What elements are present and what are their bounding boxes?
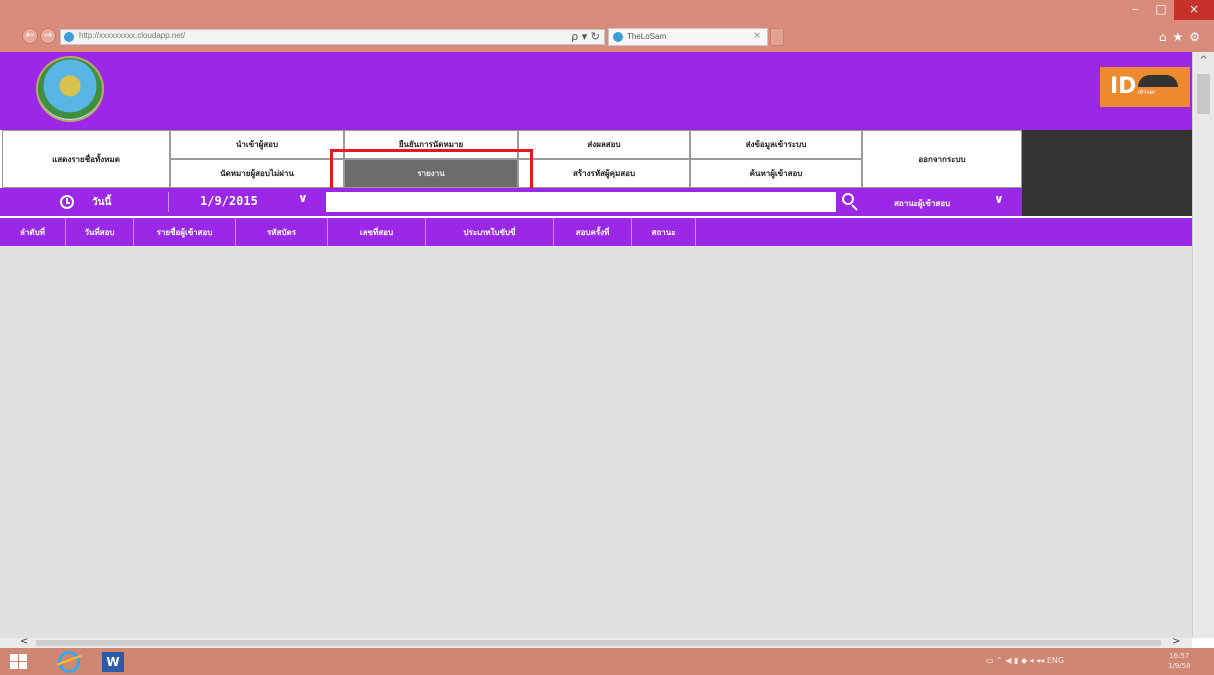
examinee-status-select[interactable]: สถานะผู้เข้าสอบ ∨ [866, 192, 1022, 212]
filter-bar: วันนี้ 1/9/2015 ∨ สถานะผู้เข้าสอบ ∨ [0, 188, 1192, 216]
road-logo-icon [1138, 75, 1178, 87]
tab-close-icon[interactable]: × [753, 31, 761, 41]
menu-filler [1022, 130, 1192, 188]
scroll-up-icon[interactable]: ^ [1193, 52, 1214, 70]
minimize-button[interactable]: – [1122, 0, 1148, 20]
menu-reschedule-failed[interactable]: นัดหมายผู้สอบไม่ผ่าน [170, 159, 344, 188]
system-tray[interactable]: ▭ ⌃ ◀ ▮ ◆ ◂ ◂◂ ENG [986, 656, 1064, 665]
column-header-status[interactable]: สถานะ [632, 218, 696, 246]
browser-toolbar-icons[interactable]: ⌂★⚙ [1159, 30, 1206, 44]
internet-explorer-icon[interactable] [58, 651, 80, 673]
brand-logo-text: ID [1110, 74, 1137, 99]
content-area [0, 246, 1192, 638]
browser-chrome: ← → http://xxxxxxxxx.cloudapp.net/ ρ ▾ ↻… [0, 0, 1214, 52]
vertical-scrollbar[interactable]: ^ [1192, 52, 1214, 638]
taskbar-clock[interactable]: 16:57 1/9/58 [1168, 651, 1191, 671]
back-button[interactable]: ← [22, 28, 38, 44]
site-favicon-icon [64, 32, 74, 42]
chevron-down-icon[interactable]: ∨ [298, 191, 308, 205]
menu-send-data[interactable]: ส่งข้อมูลเข้าระบบ [690, 130, 862, 159]
menu-search-examinee[interactable]: ค้นหาผู้เข้าสอบ [690, 159, 862, 188]
search-icon[interactable] [840, 192, 860, 212]
address-tools-icons[interactable]: ρ ▾ ↻ [571, 30, 600, 43]
department-seal-logo [36, 56, 104, 122]
tab-title: TheLoSam [627, 32, 667, 41]
main-menu: แสดงรายชื่อทั้งหมด นำเข้าผู้สอบ ยืนยันกา… [0, 130, 1192, 188]
menu-create-proctor-code[interactable]: สร้างรหัสผู้คุมสอบ [518, 159, 690, 188]
menu-logout[interactable]: ออกจากระบบ [862, 130, 1022, 188]
new-tab-button[interactable] [770, 28, 784, 46]
address-bar[interactable]: http://xxxxxxxxx.cloudapp.net/ ρ ▾ ↻ [60, 29, 605, 45]
word-icon[interactable]: W [102, 652, 124, 672]
column-header-exam-number[interactable]: เลขที่สอบ [328, 218, 426, 246]
horizontal-scrollbar[interactable]: < > [0, 636, 1192, 648]
clock-date: 1/9/58 [1168, 662, 1191, 670]
maximize-button[interactable]: □ [1148, 0, 1174, 20]
table-header: ลำดับที่ วันที่สอบ รายชื่อผู้เข้าสอบ รหั… [0, 218, 1192, 246]
column-header-exam-date[interactable]: วันที่สอบ [66, 218, 134, 246]
browser-tab[interactable]: TheLoSam × [608, 28, 768, 46]
search-input[interactable] [326, 192, 836, 212]
column-header-examinee-name[interactable]: รายชื่อผู้เข้าสอบ [134, 218, 236, 246]
idriver-logo: ID driver [1100, 67, 1190, 107]
menu-send-results[interactable]: ส่งผลสอบ [518, 130, 690, 159]
forward-button[interactable]: → [40, 28, 56, 44]
clock-icon [60, 195, 74, 209]
window-controls: – □ × [1122, 0, 1214, 20]
tab-favicon-icon [613, 32, 623, 42]
brand-logo-sub: driver [1138, 89, 1156, 96]
close-window-button[interactable]: × [1174, 0, 1214, 20]
column-header-no[interactable]: ลำดับที่ [0, 218, 66, 246]
scrollbar-thumb[interactable] [36, 640, 1161, 646]
address-url: http://xxxxxxxxx.cloudapp.net/ [79, 31, 186, 40]
menu-import-examinees[interactable]: นำเข้าผู้สอบ [170, 130, 344, 159]
menu-show-all[interactable]: แสดงรายชื่อทั้งหมด [2, 130, 170, 188]
status-select-label: สถานะผู้เข้าสอบ [894, 199, 951, 208]
column-header-license-type[interactable]: ประเภทใบขับขี่ [426, 218, 554, 246]
scroll-right-icon[interactable]: > [1172, 636, 1180, 647]
clock-time: 16:57 [1169, 652, 1190, 660]
scrollbar-thumb[interactable] [1197, 74, 1210, 114]
today-label[interactable]: วันนี้ [92, 195, 111, 210]
divider [168, 192, 169, 212]
windows-start-icon[interactable] [10, 654, 28, 670]
column-header-attempt[interactable]: สอบครั้งที่ [554, 218, 632, 246]
filter-filler [1022, 188, 1192, 216]
scroll-left-icon[interactable]: < [20, 636, 28, 647]
chevron-down-icon: ∨ [994, 192, 1004, 206]
taskbar: W ▭ ⌃ ◀ ▮ ◆ ◂ ◂◂ ENG 16:57 1/9/58 [0, 648, 1214, 675]
page-header: ID driver [0, 52, 1192, 130]
date-select[interactable]: 1/9/2015 [200, 194, 258, 208]
column-header-id-card[interactable]: รหัสบัตร [236, 218, 328, 246]
